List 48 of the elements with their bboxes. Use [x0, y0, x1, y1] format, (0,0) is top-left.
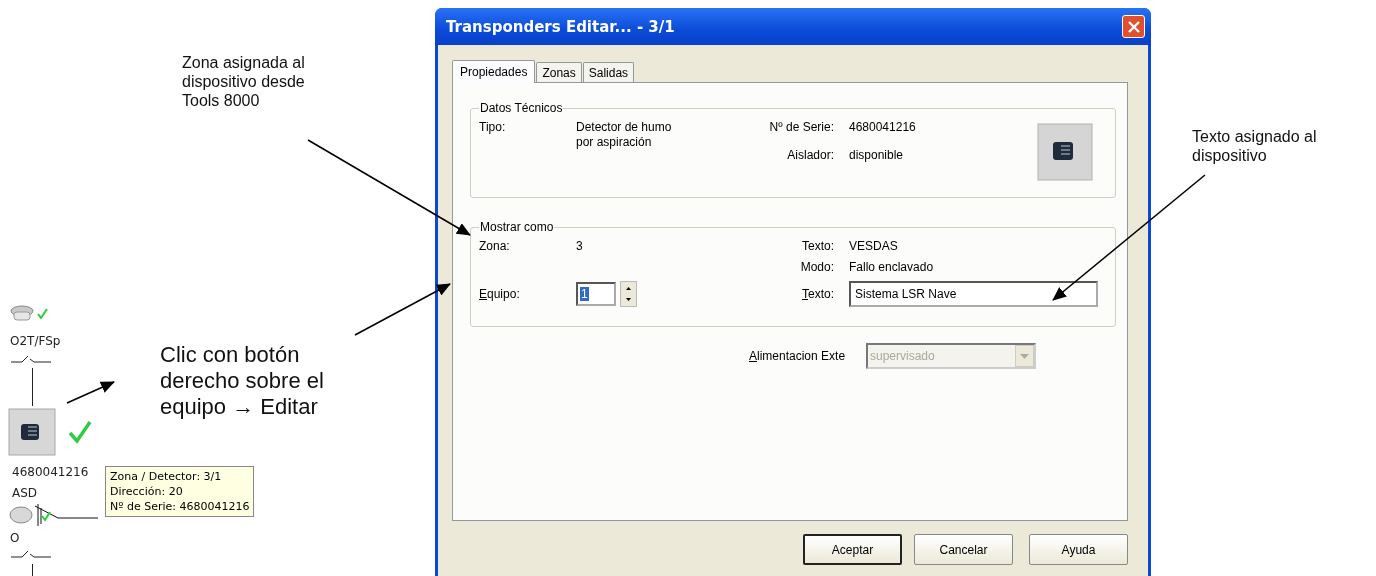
- close-icon: [1127, 20, 1140, 33]
- field-label: Tipo:: [479, 120, 507, 134]
- field-value: disponible: [849, 148, 904, 162]
- field-label: Texto:: [801, 239, 834, 253]
- field-label: Nº de Serie:: [768, 120, 834, 134]
- number-field[interactable]: 1: [576, 282, 616, 306]
- field-label: Equipo:: [479, 287, 521, 301]
- field-label: Texto:: [801, 287, 834, 301]
- group-title: Datos Técnicos: [479, 101, 564, 115]
- tab[interactable]: Propiedades: [452, 60, 536, 83]
- device-label: O2T/FSp: [10, 334, 61, 348]
- smoke-detector-icon: [10, 305, 34, 322]
- field-value: Detector de humo por aspiración: [576, 120, 673, 150]
- field-label: Alimentacion Exte: [749, 349, 847, 363]
- field-label: Zona:: [479, 239, 511, 253]
- dialog-button[interactable]: Aceptar: [803, 534, 902, 565]
- field-value: Fallo enclavado: [849, 260, 934, 274]
- arrow: [66, 381, 115, 404]
- caret-icon: [1020, 353, 1029, 359]
- group-title: Mostrar como: [479, 220, 555, 234]
- tooltip-line: Dirección: 20: [110, 484, 184, 499]
- field-value: VESDAS: [849, 239, 898, 253]
- text-field[interactable]: Sistema LSR Nave: [849, 281, 1098, 307]
- tooltip-line: Zona / Detector: 3/1: [110, 469, 223, 484]
- callout-text: Clic con botón derecho sobre el equipo → Editar: [160, 342, 324, 420]
- device-label: O: [10, 531, 20, 545]
- serial-number: 4680041216: [12, 465, 89, 479]
- tab[interactable]: Zonas: [536, 62, 582, 82]
- tab[interactable]: Salidas: [582, 62, 635, 82]
- device-type: ASD: [12, 486, 38, 500]
- spin-buttons[interactable]: [620, 281, 637, 307]
- close-button[interactable]: [1122, 15, 1145, 38]
- dialog-button[interactable]: Cancelar: [914, 534, 1013, 565]
- switch-symbol-icon: [10, 549, 52, 559]
- dialog-button[interactable]: Ayuda: [1029, 534, 1128, 565]
- tooltip-line: Nº de Serie: 4680041216: [110, 499, 250, 514]
- check-icon: [37, 308, 48, 319]
- device-icon: [8, 408, 56, 456]
- field-label: Modo:: [799, 260, 834, 274]
- switch-symbol-icon: [10, 354, 52, 364]
- check-icon: [68, 420, 92, 444]
- window-title: Transponders Editar... - 3/1: [446, 17, 675, 36]
- callout-text: Texto asignado al dispositivo: [1192, 127, 1317, 165]
- field-label: Aislador:: [786, 148, 834, 162]
- field-value: 4680041216: [849, 120, 916, 134]
- device-icon: [1037, 123, 1093, 181]
- callout-text: Zona asignada al dispositivo desde Tools 8000: [182, 53, 305, 110]
- field-value: 3: [576, 239, 584, 254]
